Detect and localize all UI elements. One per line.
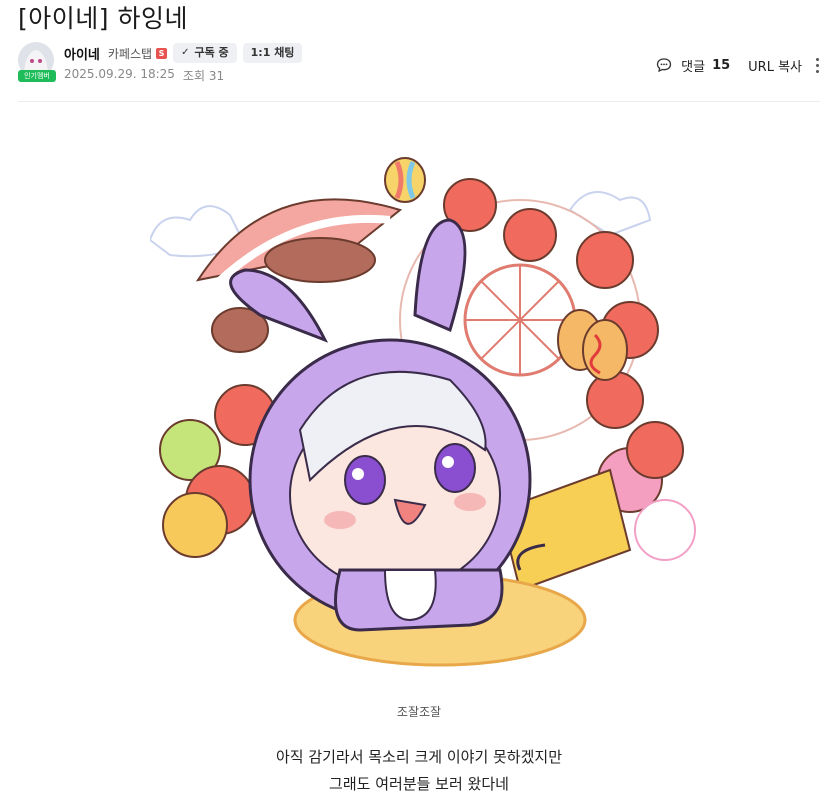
post-date: 2025.09.29. 18:25 xyxy=(64,67,175,81)
post-title: [아이네] 하잉네 xyxy=(18,4,188,33)
comment-icon[interactable] xyxy=(656,57,672,73)
more-icon[interactable] xyxy=(816,57,820,73)
post-meta: 2025.09.29. 18:25 조회 31 xyxy=(64,67,224,84)
header-divider xyxy=(18,101,820,102)
popular-member-badge: 인기멤버 xyxy=(18,70,56,82)
url-copy-button[interactable]: URL 복사 xyxy=(748,56,802,75)
subscribe-button[interactable]: ✓ 구독 중 xyxy=(173,43,237,63)
post-image[interactable] xyxy=(148,150,700,670)
chat-button[interactable]: 1:1 채팅 xyxy=(242,43,303,63)
post-body-line: 그래도 여러분들 보러 왔다네 xyxy=(329,775,509,793)
image-caption: 조잘조잘 xyxy=(396,705,442,719)
author-row: 아이네 카페스탭 S ✓ 구독 중 1:1 채팅 xyxy=(64,43,303,63)
post-body-line: 아직 감기라서 목소리 크게 이야기 못하겠지만 xyxy=(275,748,563,766)
check-icon: ✓ xyxy=(181,47,190,58)
author-level: 카페스탭 xyxy=(107,46,153,61)
post-actions: 댓글 15 URL 복사 xyxy=(656,54,820,76)
subscribe-label: 구독 중 xyxy=(194,46,229,59)
post-views: 조회 31 xyxy=(182,69,225,83)
grade-badge-icon: S xyxy=(156,47,168,59)
comment-label[interactable]: 댓글 xyxy=(681,56,705,75)
comment-count[interactable]: 15 xyxy=(712,58,730,73)
author-name[interactable]: 아이네 xyxy=(64,44,100,63)
